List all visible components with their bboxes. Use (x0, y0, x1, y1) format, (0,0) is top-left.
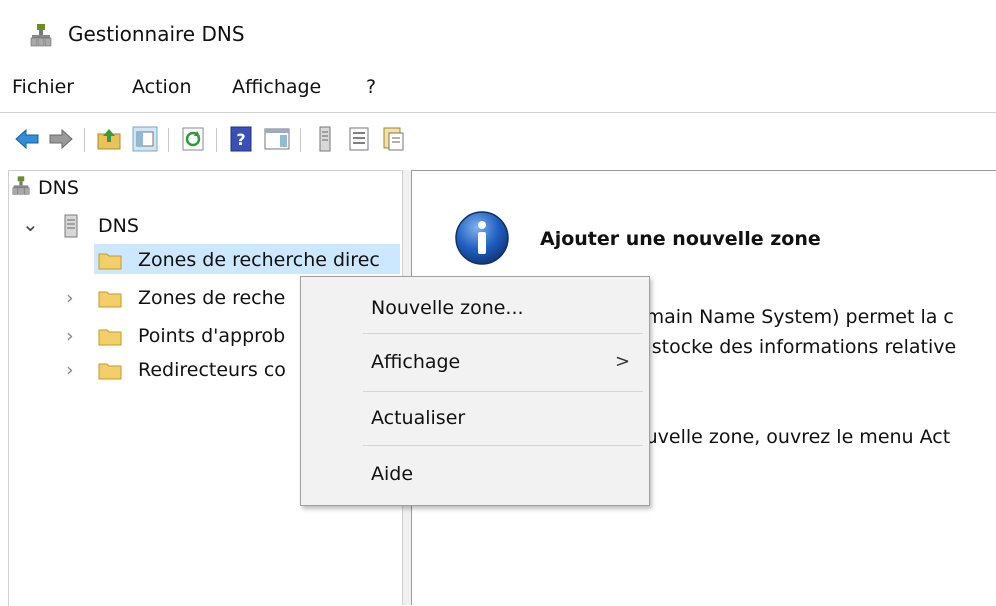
folder-icon (98, 329, 122, 346)
toolbar-separator (84, 128, 85, 152)
show-hide-tree-icon[interactable] (132, 126, 158, 152)
menu-separator (363, 333, 643, 334)
menu-item-label: Aide (371, 463, 414, 485)
info-icon (455, 211, 509, 265)
toolbar-separator (300, 128, 301, 152)
menu-divider (0, 112, 996, 113)
menu-fichier[interactable]: Fichier (12, 76, 74, 98)
tree-item-zone-forward[interactable]: Zones de recherche direc (96, 246, 400, 274)
menu-bar: Fichier Action Affichage ? (0, 66, 996, 106)
chevron-right-icon[interactable]: › (66, 287, 74, 309)
tree-label: DNS (98, 215, 139, 237)
folder-icon (98, 291, 122, 308)
context-menu-refresh[interactable]: Actualiser (301, 393, 649, 445)
menu-item-label: Affichage (371, 351, 461, 373)
server-icon[interactable] (312, 126, 338, 152)
info-text-line: omain Name System) permet la c (634, 306, 954, 328)
back-icon[interactable] (14, 126, 40, 152)
info-text-line: e stocke des informations relative (634, 336, 957, 358)
chevron-down-icon[interactable]: ⌄ (22, 212, 39, 236)
menu-item-label: Nouvelle zone... (371, 297, 524, 319)
menu-item-label: Actualiser (371, 407, 466, 429)
properties-icon[interactable] (380, 126, 406, 152)
info-title: Ajouter une nouvelle zone (540, 228, 821, 250)
toolbar: ? (0, 114, 996, 164)
refresh-icon[interactable] (180, 126, 206, 152)
tree-item-dns-server[interactable]: ⌄ DNS (22, 212, 222, 240)
server-icon (64, 214, 78, 238)
tree-item-dns-root[interactable]: DNS (12, 174, 212, 202)
tree-label: DNS (38, 177, 79, 199)
folder-icon (98, 253, 122, 270)
menu-action[interactable]: Action (132, 76, 192, 98)
toolbar-separator (168, 128, 169, 152)
chevron-right-icon[interactable]: › (66, 359, 74, 381)
menu-separator (363, 445, 643, 446)
tree-label: Zones de reche (138, 287, 286, 309)
context-menu-new-zone[interactable]: Nouvelle zone... (301, 283, 649, 335)
context-menu-view[interactable]: Affichage > (301, 337, 649, 389)
menu-affichage[interactable]: Affichage (232, 76, 321, 98)
tree-label: Zones de recherche direc (138, 249, 380, 271)
up-folder-icon[interactable] (96, 126, 122, 152)
show-action-pane-icon[interactable] (264, 126, 290, 152)
menu-separator (363, 391, 643, 392)
context-menu-help[interactable]: Aide (301, 449, 649, 501)
toolbar-separator (216, 128, 217, 152)
submenu-arrow-icon: > (615, 351, 631, 372)
list-icon[interactable] (346, 126, 372, 152)
folder-icon (98, 363, 122, 380)
dns-manager-icon (12, 176, 30, 195)
dns-manager-icon (30, 24, 52, 47)
title-bar: Gestionnaire DNS (0, 0, 996, 62)
window-title: Gestionnaire DNS (68, 22, 245, 46)
help-icon[interactable]: ? (228, 126, 254, 152)
svg-text:?: ? (236, 130, 245, 149)
menu-help[interactable]: ? (366, 76, 376, 98)
tree-label: Points d'approb (138, 325, 286, 347)
chevron-right-icon[interactable]: › (66, 325, 74, 347)
context-menu: Nouvelle zone... Affichage > Actualiser … (300, 276, 650, 506)
info-text-line: ouvelle zone, ouvrez le menu Act (634, 426, 951, 448)
tree-label: Redirecteurs co (138, 359, 286, 381)
forward-icon[interactable] (48, 126, 74, 152)
